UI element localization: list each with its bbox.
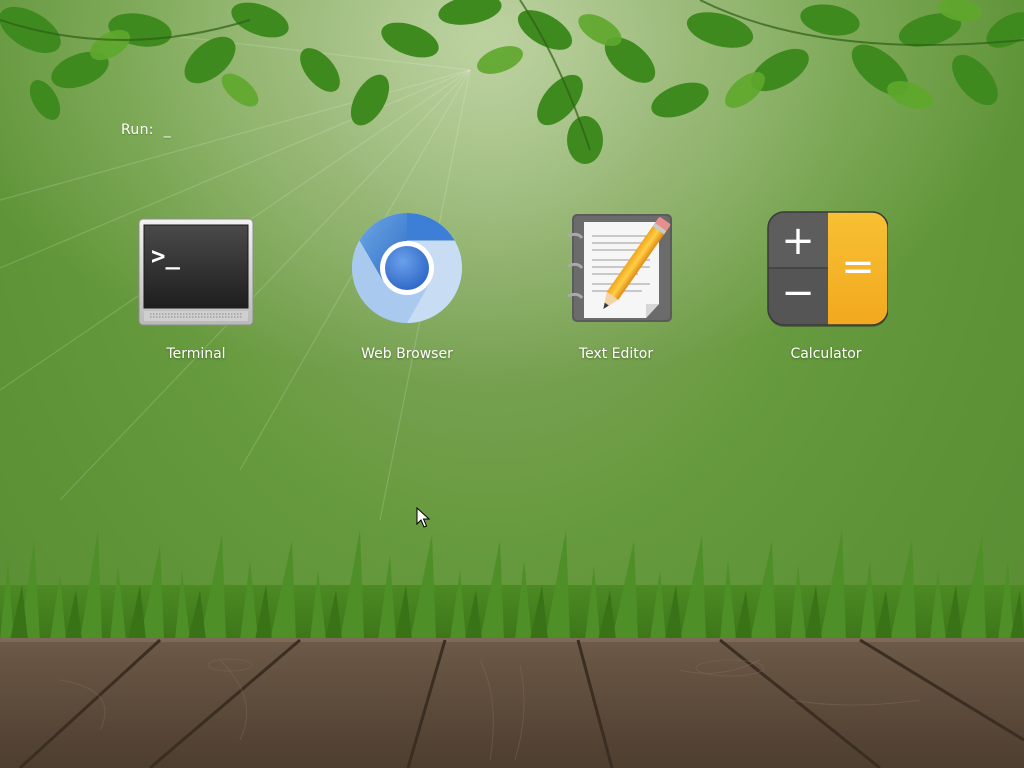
launcher-text-editor[interactable]: Text Editor [546,210,686,370]
calculator-plus-glyph: + [781,218,815,264]
mouse-pointer-icon [416,507,430,528]
launcher-web-browser[interactable]: Web Browser [337,210,477,370]
chromium-browser-icon [352,213,462,323]
terminal-icon: >_ [138,218,254,326]
text-editor-notebook-pencil-icon [567,214,672,322]
launcher-terminal[interactable]: >_ Terminal [126,210,266,370]
calculator-icon: + = − [767,211,888,327]
calculator-minus-glyph: − [781,270,815,316]
run-input[interactable]: _ [164,122,171,138]
desktop: Run: _ >_ Terminal Web Browser Text Edit… [0,0,1024,768]
calculator-equals-glyph: = [841,244,875,290]
launcher-terminal-label: Terminal [166,346,226,362]
launcher-calculator-label: Calculator [790,346,862,362]
launcher-text-editor-label: Text Editor [578,346,654,362]
launcher-calculator[interactable]: + = − Calculator [756,210,896,370]
terminal-prompt-glyph: >_ [151,242,180,270]
launcher-web-browser-label: Web Browser [361,346,453,362]
run-label: Run: [121,122,154,138]
run-bar[interactable]: Run: _ [102,106,171,154]
